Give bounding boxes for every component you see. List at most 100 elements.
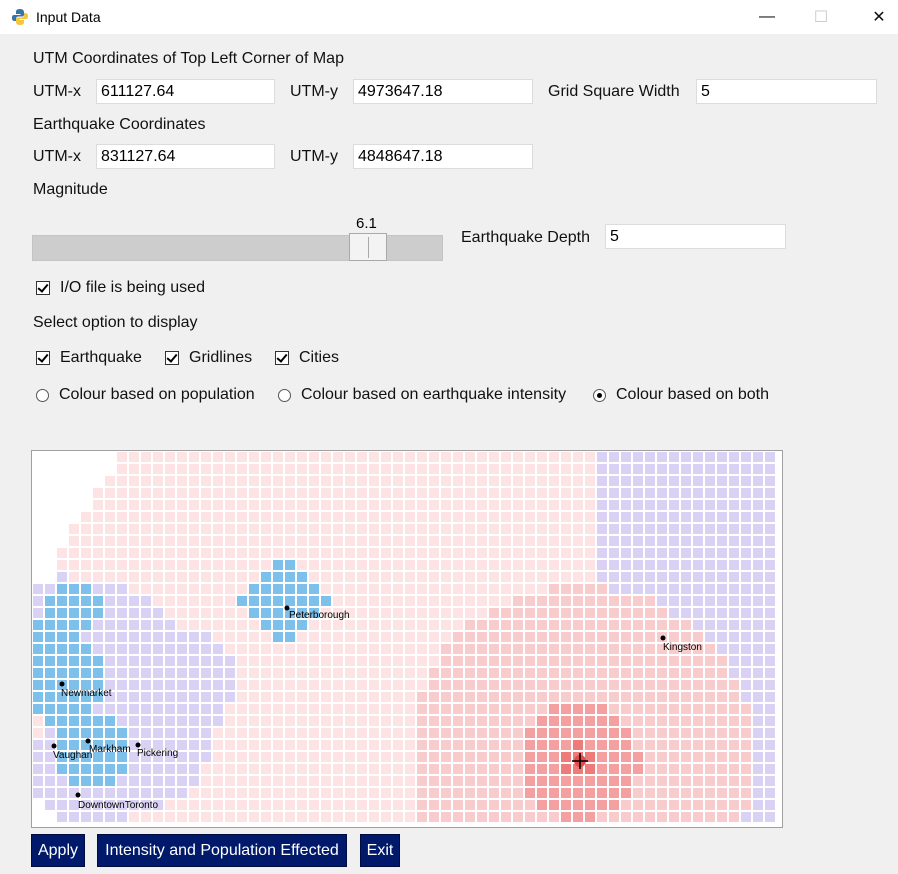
map-utmx-input[interactable] xyxy=(96,79,275,104)
grid-cell xyxy=(571,594,585,608)
radio-intensity[interactable]: Colour based on earthquake intensity xyxy=(278,386,566,404)
grid-cell xyxy=(619,474,633,488)
grid-cell xyxy=(499,630,513,644)
grid-cell xyxy=(607,774,621,788)
grid-cell xyxy=(187,642,201,656)
intensity-button[interactable]: Intensity and Population Effected xyxy=(97,834,347,867)
grid-cell xyxy=(127,702,141,716)
grid-cell xyxy=(739,451,753,464)
grid-cell xyxy=(379,750,393,764)
grid-cell xyxy=(499,462,513,476)
grid-cell xyxy=(667,750,681,764)
grid-cell xyxy=(91,666,105,680)
grid-cell xyxy=(307,810,321,824)
grid-cell xyxy=(259,762,273,776)
radio-population[interactable]: Colour based on population xyxy=(36,386,255,404)
close-button[interactable]: ✕ xyxy=(856,0,898,34)
grid-cell xyxy=(319,774,333,788)
grid-cell xyxy=(55,642,69,656)
grid-cell xyxy=(211,654,225,668)
magnitude-slider-thumb[interactable] xyxy=(349,233,387,261)
grid-cell xyxy=(55,774,69,788)
grid-cell xyxy=(475,738,489,752)
maximize-button[interactable]: ☐ xyxy=(798,0,844,34)
grid-cell xyxy=(487,738,501,752)
grid-cell xyxy=(715,522,729,536)
grid-cell xyxy=(139,714,153,728)
grid-cell xyxy=(295,654,309,668)
io-file-label: I/O file is being used xyxy=(60,279,205,296)
grid-cell xyxy=(247,714,261,728)
grid-cell xyxy=(595,510,609,524)
minimize-button[interactable]: — xyxy=(744,0,790,34)
grid-cell xyxy=(559,546,573,560)
grid-cell xyxy=(727,666,741,680)
grid-cell xyxy=(739,738,753,752)
grid-cell xyxy=(283,558,297,572)
grid-cell xyxy=(535,798,549,812)
grid-cell xyxy=(607,726,621,740)
grid-cell xyxy=(55,522,69,536)
grid-cell xyxy=(751,558,765,572)
grid-cell xyxy=(343,702,357,716)
grid-cell xyxy=(655,810,669,824)
grid-cell xyxy=(451,522,465,536)
grid-cell xyxy=(475,810,489,824)
apply-button[interactable]: Apply xyxy=(31,834,85,867)
grid-cell xyxy=(751,546,765,560)
grid-cell xyxy=(391,810,405,824)
grid-cell xyxy=(595,678,609,692)
grid-cell xyxy=(655,738,669,752)
grid-cell xyxy=(667,462,681,476)
grid-cell xyxy=(607,738,621,752)
grid-cell xyxy=(739,582,753,596)
grid-cell xyxy=(283,654,297,668)
grid-cell xyxy=(379,498,393,512)
grid-cell xyxy=(319,666,333,680)
grid-cell xyxy=(703,582,717,596)
quake-utmx-input[interactable] xyxy=(96,144,275,169)
grid-cell xyxy=(223,510,237,524)
grid-cell xyxy=(511,786,525,800)
grid-cell xyxy=(355,594,369,608)
radio-both[interactable]: Colour based on both xyxy=(593,386,769,404)
grid-cell xyxy=(631,570,645,584)
grid-cell xyxy=(763,606,777,620)
grid-cell xyxy=(427,642,441,656)
grid-cell xyxy=(43,498,57,512)
map-utmy-input[interactable] xyxy=(353,79,533,104)
grid-cell xyxy=(355,510,369,524)
grid-cell xyxy=(463,678,477,692)
grid-cell xyxy=(463,642,477,656)
grid-cell xyxy=(415,522,429,536)
quake-utmy-input[interactable] xyxy=(353,144,533,169)
grid-cell xyxy=(535,618,549,632)
grid-cell xyxy=(187,486,201,500)
grid-cell xyxy=(559,630,573,644)
grid-cell xyxy=(703,630,717,644)
grid-cell xyxy=(439,558,453,572)
grid-cell xyxy=(32,582,45,596)
gridlines-checkbox[interactable]: Gridlines xyxy=(165,349,252,367)
grid-cell xyxy=(547,582,561,596)
grid-cell xyxy=(79,510,93,524)
map-canvas[interactable]: Peterborough Kingston Newmarket Markham Vaug… xyxy=(31,450,783,828)
earthquake-checkbox[interactable]: Earthquake xyxy=(36,349,142,367)
grid-cell xyxy=(79,810,93,824)
depth-input[interactable] xyxy=(605,224,786,249)
grid-cell xyxy=(103,558,117,572)
grid-cell xyxy=(295,750,309,764)
grid-cell xyxy=(235,606,249,620)
grid-cell xyxy=(427,786,441,800)
grid-cell xyxy=(715,702,729,716)
grid-cell xyxy=(103,654,117,668)
grid-width-input[interactable] xyxy=(696,79,877,104)
grid-cell xyxy=(343,630,357,644)
exit-button[interactable]: Exit xyxy=(360,834,400,867)
grid-cell xyxy=(703,558,717,572)
grid-cell xyxy=(583,702,597,716)
grid-cell xyxy=(535,810,549,824)
grid-cell xyxy=(463,690,477,704)
cities-checkbox[interactable]: Cities xyxy=(275,349,339,367)
io-file-checkbox[interactable]: I/O file is being used xyxy=(36,279,205,297)
